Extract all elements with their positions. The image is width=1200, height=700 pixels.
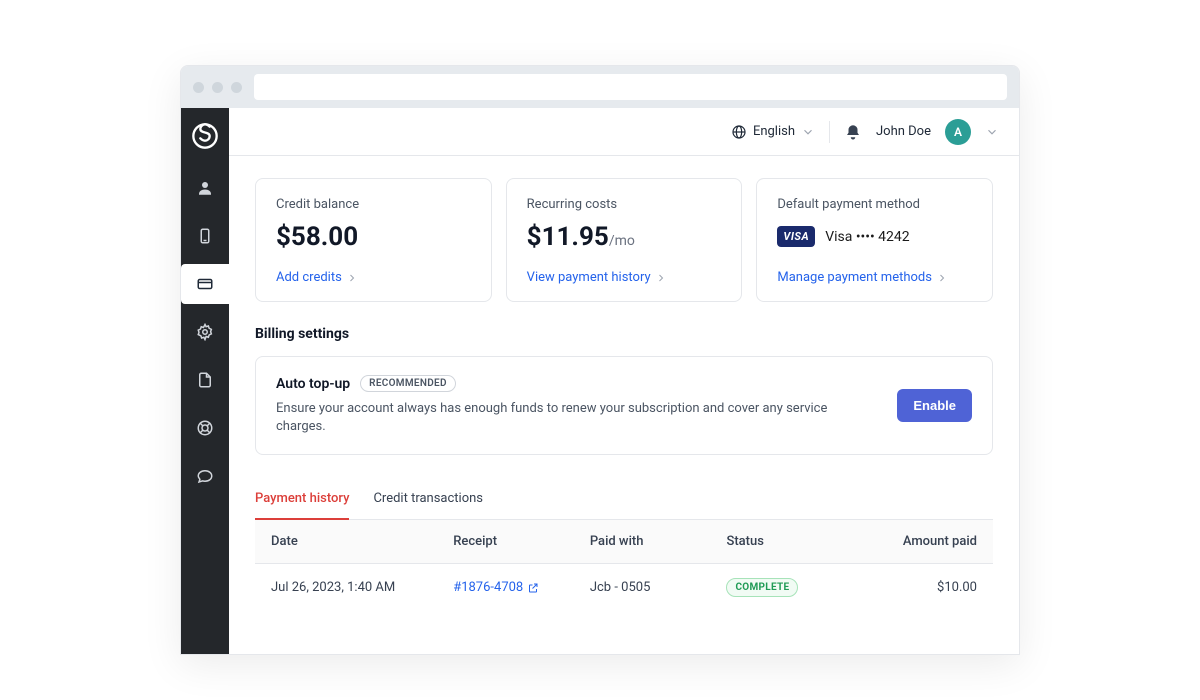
gear-icon (196, 323, 214, 341)
col-date: Date (271, 534, 453, 549)
sidebar-item-files[interactable] (181, 360, 229, 400)
chevron-right-icon (936, 272, 948, 284)
table-header: Date Receipt Paid with Status Amount pai… (255, 520, 993, 564)
card-label: Default payment method (777, 197, 972, 212)
chevron-right-icon (655, 272, 667, 284)
user-icon (196, 179, 214, 197)
col-amount: Amount paid (863, 534, 977, 549)
enable-button[interactable]: Enable (897, 389, 972, 422)
col-paid-with: Paid with (590, 534, 727, 549)
divider (829, 121, 830, 143)
billing-settings-title: Billing settings (255, 326, 993, 342)
tab-credit-transactions[interactable]: Credit transactions (373, 481, 483, 520)
notifications-button[interactable] (844, 123, 862, 141)
card-value: $58.00 (276, 222, 471, 252)
external-link-icon (527, 582, 539, 594)
globe-icon (731, 124, 747, 140)
chevron-down-icon[interactable] (985, 125, 999, 139)
link-text: Add credits (276, 270, 342, 285)
tab-payment-history[interactable]: Payment history (255, 481, 349, 520)
browser-titlebar (181, 66, 1019, 108)
browser-window: English John Doe A Credit balance $58.00 (180, 65, 1020, 655)
receipt-link[interactable]: #1876-4708 (453, 580, 590, 595)
link-text: View payment history (527, 270, 651, 285)
close-dot[interactable] (193, 82, 204, 93)
view-history-link[interactable]: View payment history (527, 252, 722, 285)
window-controls[interactable] (193, 82, 242, 93)
payment-method-row: VISA Visa •••• 4242 (777, 226, 972, 247)
chevron-down-icon (801, 125, 815, 139)
card-label: Recurring costs (527, 197, 722, 212)
lifebuoy-icon (196, 419, 214, 437)
payment-method-card: Default payment method VISA Visa •••• 42… (756, 178, 993, 302)
cell-paid-with: Jcb - 0505 (590, 580, 727, 595)
link-text: Manage payment methods (777, 270, 932, 285)
avatar[interactable]: A (945, 119, 971, 145)
card-icon (196, 275, 214, 293)
cell-date: Jul 26, 2023, 1:40 AM (271, 580, 453, 595)
file-icon (196, 371, 214, 389)
receipt-number: #1876-4708 (453, 580, 523, 595)
sidebar-item-billing[interactable] (181, 264, 229, 304)
topbar: English John Doe A (229, 108, 1019, 156)
cell-status: COMPLETE (726, 578, 863, 597)
minimize-dot[interactable] (212, 82, 223, 93)
add-credits-link[interactable]: Add credits (276, 252, 471, 285)
payment-history-table: Date Receipt Paid with Status Amount pai… (255, 520, 993, 611)
main-area: English John Doe A Credit balance $58.00 (229, 108, 1019, 654)
maximize-dot[interactable] (231, 82, 242, 93)
card-text: Visa •••• 4242 (825, 229, 909, 245)
chat-icon (196, 467, 214, 485)
sidebar-item-chat[interactable] (181, 456, 229, 496)
amount: $11.95 (527, 222, 609, 252)
auto-topup-title: Auto top-up (276, 376, 350, 392)
status-badge: COMPLETE (726, 578, 798, 597)
summary-cards: Credit balance $58.00 Add credits Recurr… (255, 178, 993, 302)
col-status: Status (726, 534, 863, 549)
manage-methods-link[interactable]: Manage payment methods (777, 252, 972, 285)
card-brand-badge: VISA (777, 226, 815, 247)
sidebar (181, 108, 229, 654)
sidebar-item-device[interactable] (181, 216, 229, 256)
app-logo[interactable] (191, 122, 219, 150)
table-row: Jul 26, 2023, 1:40 AM #1876-4708 Jcb - 0… (255, 564, 993, 611)
recurring-costs-card: Recurring costs $11.95/mo View payment h… (506, 178, 743, 302)
bell-icon (844, 123, 862, 141)
sidebar-item-settings[interactable] (181, 312, 229, 352)
content: Credit balance $58.00 Add credits Recurr… (229, 156, 1019, 654)
phone-icon (196, 227, 214, 245)
card-value: $11.95/mo (527, 222, 722, 252)
chevron-right-icon (346, 272, 358, 284)
language-selector[interactable]: English (731, 124, 815, 140)
username-label: John Doe (876, 124, 931, 139)
col-receipt: Receipt (453, 534, 590, 549)
auto-topup-card: Auto top-up RECOMMENDED Ensure your acco… (255, 356, 993, 455)
sidebar-item-support[interactable] (181, 408, 229, 448)
app-shell: English John Doe A Credit balance $58.00 (181, 108, 1019, 654)
cell-amount: $10.00 (863, 580, 977, 595)
card-label: Credit balance (276, 197, 471, 212)
history-tabs: Payment history Credit transactions (255, 481, 993, 520)
sidebar-item-account[interactable] (181, 168, 229, 208)
auto-topup-text: Auto top-up RECOMMENDED Ensure your acco… (276, 375, 877, 436)
browser-url-bar[interactable] (254, 74, 1007, 100)
credit-balance-card: Credit balance $58.00 Add credits (255, 178, 492, 302)
suffix: /mo (609, 233, 635, 249)
auto-topup-description: Ensure your account always has enough fu… (276, 400, 877, 436)
language-label: English (753, 124, 795, 139)
recommended-badge: RECOMMENDED (360, 375, 456, 392)
